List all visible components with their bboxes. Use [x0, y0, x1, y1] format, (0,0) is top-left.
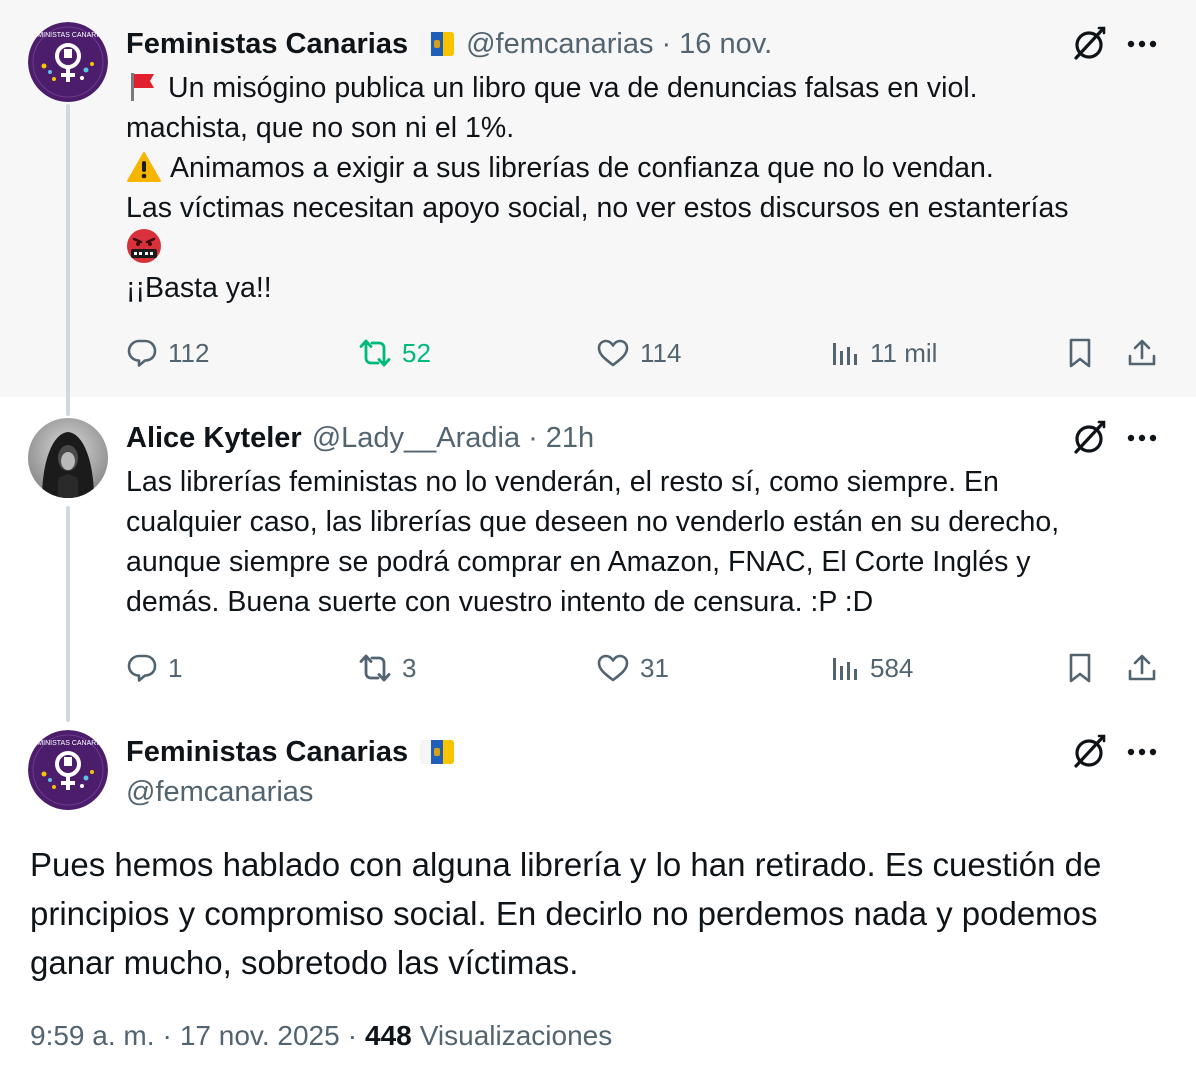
bookmark-button[interactable]	[1066, 648, 1104, 688]
views-count: 11 mil	[870, 337, 938, 368]
thread-line	[66, 506, 70, 722]
avatar[interactable]: FEMINISTAS CANARIAS	[28, 22, 108, 102]
tweet-line: aunque siempre se podrá comprar en Amazo…	[126, 546, 1031, 578]
tweet-line: Un misógino publica un libro que va de d…	[168, 72, 978, 104]
tweet-timestamp[interactable]: 9:59 a. m.	[30, 1020, 155, 1052]
thread-line	[66, 104, 70, 416]
reply-button[interactable]: 1	[126, 648, 182, 688]
repost-button[interactable]: 3	[358, 648, 416, 688]
tweet-line: Animamos a exigir a sus librerías de con…	[170, 152, 994, 184]
tweet-line: Las víctimas necesitan apoyo social, no …	[126, 192, 1069, 224]
reply-count: 112	[168, 337, 210, 368]
tweet-line: machista, que no son ni el 1%.	[126, 112, 515, 144]
separator: ·	[661, 27, 672, 60]
alice-kyteler-avatar	[28, 418, 108, 498]
tweet-header-actions	[1070, 732, 1170, 772]
avatar[interactable]	[28, 418, 108, 498]
tweet-header-actions	[1070, 418, 1170, 458]
tweet-date[interactable]: 17 nov. 2025	[180, 1020, 340, 1052]
tweet-time[interactable]: 16 nov.	[679, 28, 772, 61]
views-count: 448	[365, 1020, 412, 1051]
tweet-time[interactable]: 21h	[546, 422, 594, 455]
repost-count: 52	[402, 337, 431, 368]
more-icon[interactable]	[1126, 747, 1158, 757]
tweet-header: Alice Kyteler @Lady__Aradia · 21h	[126, 418, 594, 458]
views-button[interactable]: 11 mil	[830, 333, 937, 373]
avatar[interactable]: FEMINISTAS CANARIAS	[28, 730, 108, 810]
author-handle[interactable]: @femcanarias	[466, 28, 653, 61]
repost-count: 3	[402, 652, 417, 683]
tweet-actions: 112 52 114 11 mil	[126, 333, 1166, 373]
bookmark-icon	[1066, 337, 1094, 369]
repost-icon	[358, 338, 392, 368]
thread-page: FEMINISTAS CANARIAS Feministas Canarias …	[0, 0, 1196, 1080]
separator: ·	[528, 421, 538, 454]
tweet-header: Feministas Canarias	[126, 732, 466, 772]
grok-icon[interactable]	[1070, 733, 1108, 771]
tweet-header: Feministas Canarias @femcanarias · 16 no…	[126, 24, 772, 64]
grok-icon[interactable]	[1070, 419, 1108, 457]
like-icon	[596, 338, 630, 368]
reply-button[interactable]: 112	[126, 333, 209, 373]
author-handle[interactable]: @femcanarias	[126, 776, 313, 809]
red-flag-icon	[131, 73, 154, 101]
warning-icon	[127, 152, 161, 182]
like-count: 31	[640, 652, 669, 683]
views-count: 584	[870, 652, 914, 683]
reply-count: 1	[168, 652, 183, 683]
share-button[interactable]	[1126, 648, 1168, 688]
share-button[interactable]	[1126, 333, 1168, 373]
repost-button[interactable]: 52	[358, 333, 431, 373]
tweet-text: Pues hemos hablado con alguna librería y…	[30, 840, 1170, 987]
like-button[interactable]: 31	[596, 648, 669, 688]
canary-islands-flag-icon	[420, 740, 455, 764]
more-icon[interactable]	[1126, 39, 1158, 49]
separator: ·	[162, 1020, 172, 1051]
views-icon	[830, 339, 860, 367]
tweet-line: demás. Buena suerte con vuestro intento …	[126, 586, 874, 618]
like-count: 114	[640, 337, 682, 368]
views-icon	[830, 654, 860, 682]
like-button[interactable]: 114	[596, 333, 681, 373]
tweet-handle-row: @femcanarias	[126, 772, 313, 812]
avatar-logo-text: FEMINISTAS CANARIAS	[28, 32, 108, 39]
tweet-text: Un misógino publica un libro que va de d…	[126, 68, 1176, 308]
swearing-face-icon	[127, 229, 161, 263]
like-icon	[596, 653, 630, 683]
repost-icon	[358, 653, 392, 683]
author-name[interactable]: Feministas Canarias	[126, 736, 408, 769]
author-name[interactable]: Alice Kyteler	[126, 422, 302, 455]
tweet-line: cualquier caso, las librerías que deseen…	[126, 506, 1060, 538]
feministas-canarias-logo: FEMINISTAS CANARIAS	[28, 730, 108, 810]
grok-icon[interactable]	[1070, 25, 1108, 63]
feministas-canarias-logo: FEMINISTAS CANARIAS	[28, 22, 108, 102]
reply-icon	[126, 652, 158, 684]
bookmark-button[interactable]	[1066, 333, 1104, 373]
tweet-line: principios y compromiso social. En decir…	[30, 895, 1098, 932]
separator: ·	[347, 1020, 358, 1051]
tweet-line: ganar mucho, sobretodo las víctimas.	[30, 944, 579, 981]
tweet-line: ¡¡Basta ya!!	[126, 272, 272, 304]
canary-islands-flag-icon	[420, 32, 455, 56]
tweet-actions: 1 3 31 584	[126, 648, 1166, 688]
reply-icon	[126, 337, 158, 369]
tweet-text: Las librerías feministas no lo venderán,…	[126, 462, 1176, 622]
share-icon	[1126, 337, 1158, 369]
views-label: Visualizaciones	[419, 1020, 613, 1051]
tweet-meta: 9:59 a. m. · 17 nov. 2025 · 448 Visualiz…	[30, 1014, 612, 1058]
avatar-logo-text: FEMINISTAS CANARIAS	[28, 740, 108, 747]
bookmark-icon	[1066, 652, 1094, 684]
tweet-line: Pues hemos hablado con alguna librería y…	[30, 846, 1102, 883]
more-icon[interactable]	[1126, 433, 1158, 443]
share-icon	[1126, 652, 1158, 684]
tweet-header-actions	[1070, 24, 1170, 64]
author-name[interactable]: Feministas Canarias	[126, 28, 408, 61]
tweet-line: Las librerías feministas no lo venderán,…	[126, 466, 999, 498]
views-button[interactable]: 584	[830, 648, 913, 688]
author-handle[interactable]: @Lady__Aradia	[312, 422, 520, 455]
